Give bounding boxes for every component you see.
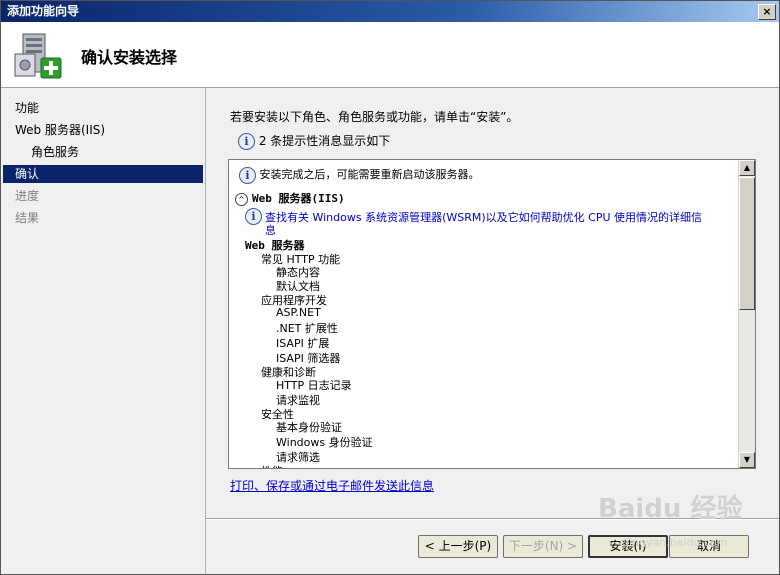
section-header[interactable]: ^ Web 服务器(IIS) xyxy=(235,190,345,206)
title-bar: 添加功能向导 × xyxy=(1,1,779,22)
close-button[interactable]: × xyxy=(758,4,776,20)
server-add-icon xyxy=(14,33,62,79)
tree-item: HTTP 日志记录 xyxy=(276,379,352,392)
wsrm-link[interactable]: 查找有关 Windows 系统资源管理器(WSRM)以及它如何帮助优化 CPU … xyxy=(265,209,702,225)
tree-item: 基本身份验证 xyxy=(276,421,342,434)
selection-summary[interactable]: i 安装完成之后，可能需要重新启动该服务器。 ^ Web 服务器(IIS) i 查… xyxy=(228,159,756,469)
collapse-icon[interactable]: ^ xyxy=(235,192,248,206)
watermark-logo: Baidu 经验 xyxy=(598,494,743,524)
scroll-down-button[interactable]: ▼ xyxy=(739,452,755,468)
tree-item: ISAPI 扩展 xyxy=(276,337,330,350)
restart-text: 安装完成之后，可能需要重新启动该服务器。 xyxy=(259,168,480,181)
wsrm-link-continued[interactable]: 息 xyxy=(265,222,276,238)
print-save-email-link[interactable]: 打印、保存或通过电子邮件发送此信息 xyxy=(230,477,434,494)
nav-item-role-services[interactable]: 角色服务 xyxy=(1,143,205,161)
wizard-nav: 功能 Web 服务器(IIS) 角色服务 确认 进度 结果 xyxy=(1,88,206,574)
nav-item-web-server[interactable]: Web 服务器(IIS) xyxy=(1,121,205,139)
restart-message: i 安装完成之后，可能需要重新启动该服务器。 xyxy=(239,166,480,184)
section-title: Web 服务器(IIS) xyxy=(252,192,345,205)
info-icon: i xyxy=(238,133,255,150)
tree-item: .NET 扩展性 xyxy=(276,322,338,335)
notice-line: i 2 条提示性消息显示如下 xyxy=(238,132,390,150)
nav-item-results: 结果 xyxy=(15,211,40,225)
vertical-scrollbar[interactable]: ▲ ▼ xyxy=(738,160,755,468)
next-button: 下一步(N) > xyxy=(503,535,583,558)
back-button[interactable]: < 上一步(P) xyxy=(418,535,498,558)
notice-text: 2 条提示性消息显示如下 xyxy=(258,134,391,148)
intro-text: 若要安装以下角色、角色服务或功能，请单击“安装”。 xyxy=(230,110,519,124)
nav-item-confirm[interactable]: 确认 xyxy=(3,165,203,183)
info-icon: i xyxy=(239,166,256,184)
info-icon: i xyxy=(245,208,262,225)
tree-item: 性能 xyxy=(261,463,283,468)
wizard-header: 确认安装选择 xyxy=(1,22,779,88)
tree-item: ASP.NET xyxy=(276,306,321,319)
nav-item-features[interactable]: 功能 xyxy=(1,99,205,117)
tree-item: Windows 身份验证 xyxy=(276,436,373,449)
page-title: 确认安装选择 xyxy=(81,48,178,67)
wsrm-info: i xyxy=(245,208,262,225)
scroll-thumb[interactable] xyxy=(739,177,755,310)
watermark-url: jingyan.baidu.com xyxy=(626,536,728,549)
scroll-up-button[interactable]: ▲ xyxy=(739,160,755,176)
window-title: 添加功能向导 xyxy=(7,4,80,18)
nav-item-progress: 进度 xyxy=(15,189,40,203)
